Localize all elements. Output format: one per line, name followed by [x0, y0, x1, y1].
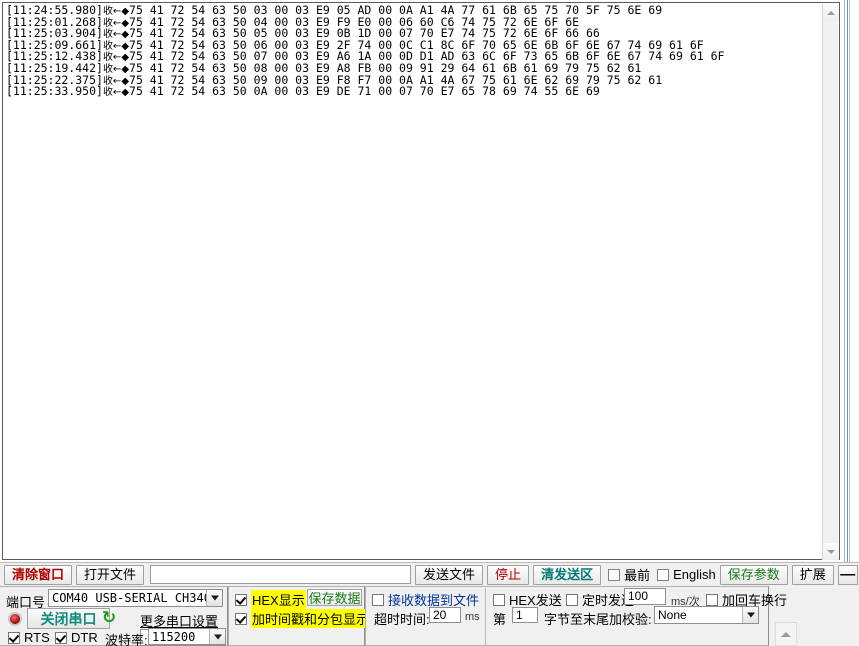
settings-panel: 端口号 COM40 USB-SERIAL CH340 关闭串口 ↻ 更多串口设置…: [0, 586, 859, 646]
baud-select-value: 115200: [152, 630, 196, 644]
timeout-label: 超时时间:: [374, 612, 430, 627]
rts-checkbox[interactable]: RTS: [8, 630, 50, 645]
checksum-select[interactable]: None: [654, 606, 759, 624]
topmost-label: 最前: [624, 568, 651, 583]
english-checkbox-box: [657, 568, 670, 581]
chevron-down-icon[interactable]: [742, 607, 758, 623]
topmost-checkbox[interactable]: 最前: [608, 565, 650, 584]
clear-window-button[interactable]: 清除窗口: [4, 564, 73, 585]
scroll-up-arrow-icon[interactable]: [823, 4, 839, 21]
hex-display-label: HEX显示: [251, 590, 306, 609]
port-select[interactable]: COM40 USB-SERIAL CH340: [48, 589, 223, 607]
recv-to-file-checkbox[interactable]: 接收数据到文件: [372, 590, 479, 609]
byte-suffix-label: 字节至末尾加校验:: [544, 612, 652, 627]
baud-select[interactable]: 115200: [148, 628, 226, 645]
receive-line: [11:25:33.950]收←◆75 41 72 54 63 50 0A 00…: [6, 84, 812, 99]
receive-direction-marker-icon: 收←◆: [102, 17, 130, 29]
checksum-select-value: None: [658, 608, 687, 622]
timed-send-checkbox-box: [566, 593, 578, 606]
rts-label: RTS: [24, 630, 50, 645]
clear-send-area-button[interactable]: 清发送区: [533, 564, 602, 585]
send-file-button[interactable]: 发送文件: [415, 564, 484, 585]
recv-to-file-checkbox-box: [372, 593, 384, 606]
timestamp-label: 加时间戳和分包显示,: [251, 609, 374, 628]
receive-direction-marker-icon: 收←◆: [102, 29, 130, 41]
chevron-down-icon[interactable]: [206, 590, 222, 606]
minimize-button[interactable]: —: [837, 564, 858, 585]
receive-textarea-frame: [11:24:55.980]收←◆75 41 72 54 63 50 03 00…: [2, 2, 840, 560]
rts-checkbox-box: [8, 631, 20, 644]
receive-direction-marker-icon: 收←◆: [102, 63, 130, 75]
port-select-value: COM40 USB-SERIAL CH340: [52, 591, 211, 605]
receive-direction-marker-icon: 收←◆: [102, 6, 130, 17]
port-status-led-icon: [8, 612, 22, 626]
receive-line-hex: 75 41 72 54 63 50 0A 00 03 E9 DE 71 00 0…: [129, 84, 600, 99]
topmost-checkbox-box: [608, 568, 621, 581]
hex-display-checkbox-box: [235, 593, 247, 606]
receive-scrollbar[interactable]: [822, 4, 839, 560]
dtr-checkbox[interactable]: DTR: [55, 630, 98, 645]
hex-display-checkbox[interactable]: HEX显示: [235, 590, 306, 609]
timed-send-interval-input[interactable]: 100: [624, 588, 666, 605]
receive-options-group: HEX显示 保存数据 加时间戳和分包显示,: [228, 586, 374, 646]
stop-button[interactable]: 停止: [487, 564, 530, 585]
timeout-input[interactable]: 20: [429, 607, 461, 623]
append-crlf-checkbox-box: [706, 593, 718, 606]
close-port-button[interactable]: 关闭串口: [27, 608, 110, 629]
english-checkbox[interactable]: English: [657, 567, 716, 582]
port-settings-group: 端口号 COM40 USB-SERIAL CH340 关闭串口 ↻ 更多串口设置…: [0, 586, 228, 646]
receive-line-timestamp: [11:25:33.950]: [6, 84, 103, 99]
receive-panel: [11:24:55.980]收←◆75 41 72 54 63 50 03 00…: [0, 0, 859, 562]
timeout-unit-label: ms: [465, 611, 480, 623]
receive-direction-marker-icon: 收←◆: [102, 87, 130, 99]
refresh-icon[interactable]: ↻: [100, 609, 118, 627]
byte-prefix-label: 第: [493, 612, 507, 627]
open-file-button[interactable]: 打开文件: [76, 564, 145, 585]
window-right-frame: [842, 0, 859, 562]
scroll-up-arrow-icon[interactable]: [781, 632, 791, 637]
timestamp-checkbox-box: [235, 612, 247, 625]
bottom-toolbar: 清除窗口 打开文件 发送文件 停止 清发送区 最前 English 保存参数 扩…: [0, 562, 859, 586]
receive-text-content[interactable]: [11:24:55.980]收←◆75 41 72 54 63 50 03 00…: [6, 5, 812, 557]
baud-label: 波特率:: [105, 633, 148, 646]
scroll-down-arrow-icon[interactable]: [823, 543, 839, 560]
receive-direction-marker-icon: 收←◆: [102, 75, 130, 87]
send-options-group: 接收数据到文件 超时时间: 20 ms HEX发送 定时发送: 100 ms/次…: [365, 586, 787, 646]
send-text-input[interactable]: [150, 565, 412, 584]
receive-direction-marker-icon: 收←◆: [102, 52, 130, 64]
dtr-checkbox-box: [55, 631, 67, 644]
dtr-label: DTR: [71, 630, 98, 645]
save-data-button[interactable]: 保存数据: [307, 589, 362, 606]
expand-button[interactable]: 扩展: [791, 564, 834, 585]
hex-send-checkbox-box: [493, 593, 505, 606]
settings-scrollbar[interactable]: [775, 622, 797, 646]
byte-index-input[interactable]: 1: [512, 607, 538, 623]
chevron-down-icon[interactable]: [209, 629, 225, 644]
receive-direction-marker-icon: 收←◆: [102, 40, 130, 52]
english-label: English: [673, 567, 716, 582]
timestamp-checkbox[interactable]: 加时间戳和分包显示,: [235, 609, 374, 628]
save-params-button[interactable]: 保存参数: [719, 564, 788, 585]
